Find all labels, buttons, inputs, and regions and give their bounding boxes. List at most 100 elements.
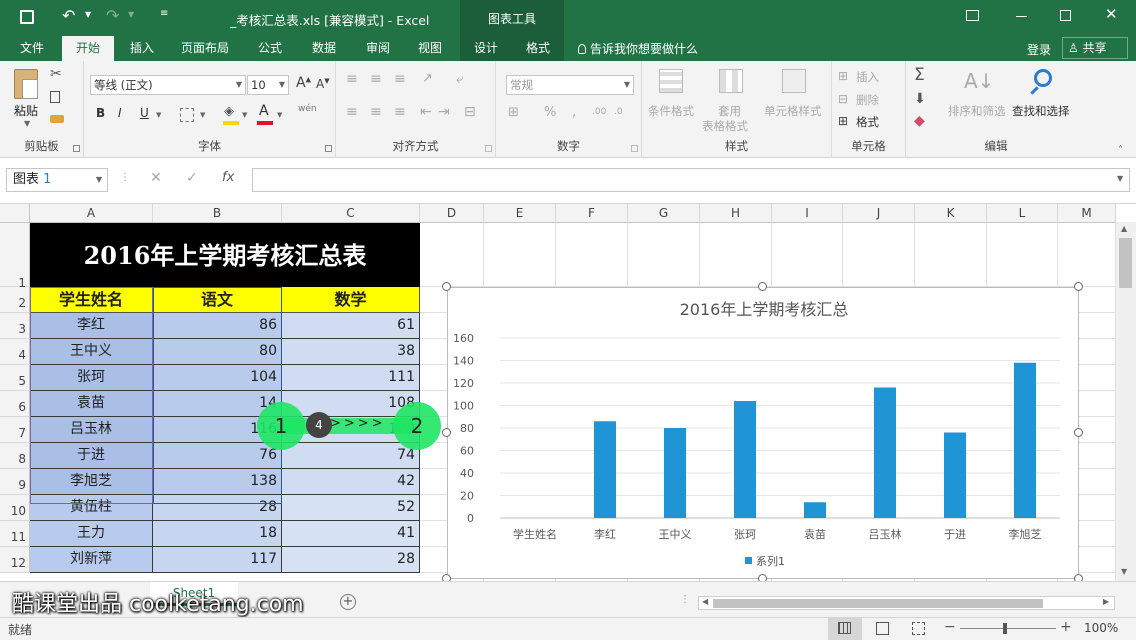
search-icon[interactable] [1034, 69, 1052, 87]
border-dropdown-icon[interactable]: ▼ [200, 111, 205, 119]
paste-dropdown-icon[interactable]: ▼ [24, 119, 30, 128]
zoom-out-icon[interactable]: − [944, 619, 956, 635]
row-header-3[interactable]: 3 [0, 313, 30, 339]
decrease-font-icon[interactable]: A▼ [316, 77, 330, 91]
increase-font-icon[interactable]: A▲ [296, 75, 311, 91]
row-header-2[interactable]: 2 [0, 287, 30, 313]
bar-5[interactable] [874, 387, 896, 519]
zoom-level[interactable]: 100% [1084, 621, 1118, 635]
row-header-7[interactable]: 7 [0, 417, 30, 443]
column-header-m[interactable]: M [1058, 204, 1116, 223]
phonetic-icon[interactable]: wén [298, 104, 317, 114]
column-header-i[interactable]: I [772, 204, 843, 223]
clipboard-launcher-icon[interactable] [73, 145, 80, 152]
tab-home[interactable]: 开始 [62, 36, 114, 61]
name-cell[interactable]: 王力 [30, 521, 153, 547]
chart-handle-tc[interactable] [758, 282, 767, 291]
column-header-l[interactable]: L [987, 204, 1058, 223]
italic-button[interactable]: I [118, 106, 122, 120]
bar-4[interactable] [804, 502, 826, 518]
chart-handle-tr[interactable] [1074, 282, 1083, 291]
font-launcher-icon[interactable] [325, 145, 332, 152]
save-icon[interactable] [20, 10, 34, 24]
header-cell-math[interactable]: 数学 [282, 287, 420, 313]
column-header-b[interactable]: B [153, 204, 282, 223]
zoom-slider-track[interactable] [960, 628, 1056, 629]
format-cells-icon[interactable]: ⊞ [838, 114, 848, 128]
math-score-cell[interactable]: 111 [282, 365, 420, 391]
tab-format[interactable]: 格式 [512, 36, 564, 61]
insert-function-icon[interactable]: fx [222, 170, 234, 185]
fill-icon[interactable]: ⬇ [914, 91, 926, 107]
chart-handle-mr[interactable] [1074, 428, 1083, 437]
clear-icon[interactable]: ◆ [914, 113, 925, 129]
row-header-8[interactable]: 8 [0, 443, 30, 469]
name-cell[interactable]: 刘新萍 [30, 547, 153, 573]
tab-page-layout[interactable]: 页面布局 [172, 36, 238, 61]
scroll-down-icon[interactable]: ▼ [1121, 567, 1127, 576]
bar-1[interactable] [594, 421, 616, 518]
cut-icon[interactable]: ✂ [50, 66, 62, 82]
column-header-a[interactable]: A [30, 204, 153, 223]
legend-label[interactable]: 系列1 [756, 554, 785, 568]
expand-formula-icon[interactable]: ▼ [1117, 174, 1123, 183]
row-header-12[interactable]: 12 [0, 547, 30, 573]
math-score-cell[interactable]: 41 [282, 521, 420, 547]
column-header-k[interactable]: K [915, 204, 987, 223]
formula-input[interactable] [252, 168, 1130, 192]
font-color-icon[interactable]: A [259, 103, 269, 119]
tab-formulas[interactable]: 公式 [246, 36, 294, 61]
underline-button[interactable]: U [140, 106, 149, 120]
row-header-9[interactable]: 9 [0, 469, 30, 495]
sheet-title-cell[interactable]: 2016年上学期考核汇总表 [30, 223, 420, 287]
underline-dropdown-icon[interactable]: ▼ [156, 111, 161, 119]
row-header-5[interactable]: 5 [0, 365, 30, 391]
customize-qat-icon[interactable]: ≡ [160, 8, 168, 19]
page-layout-view-icon[interactable] [876, 622, 889, 635]
tab-file[interactable]: 文件 [8, 36, 56, 61]
bar-2[interactable] [664, 428, 686, 518]
chart-handle-tl[interactable] [442, 282, 451, 291]
add-sheet-icon[interactable]: + [340, 594, 356, 610]
math-score-cell[interactable]: 61 [282, 313, 420, 339]
find-select-label[interactable]: 查找和选择 [1012, 103, 1070, 119]
column-header-g[interactable]: G [628, 204, 700, 223]
column-header-e[interactable]: E [484, 204, 556, 223]
bold-button[interactable]: B [96, 106, 105, 120]
login-link[interactable]: 登录 [1027, 41, 1051, 58]
row-header-1[interactable]: 1 [0, 223, 30, 290]
column-header-h[interactable]: H [700, 204, 772, 223]
tab-view[interactable]: 视图 [406, 36, 454, 61]
tab-insert[interactable]: 插入 [118, 36, 166, 61]
scroll-up-icon[interactable]: ▲ [1121, 224, 1127, 233]
border-icon[interactable] [180, 108, 194, 122]
row-header-4[interactable]: 4 [0, 339, 30, 365]
tab-review[interactable]: 审阅 [354, 36, 402, 61]
undo-icon[interactable]: ↶ [62, 6, 75, 25]
chinese-score-cell[interactable]: 117 [153, 547, 282, 573]
chart-area[interactable]: 2016年上学期考核汇总 0 20 40 60 80 100 120 140 160 学生姓名 李… [447, 287, 1079, 579]
vertical-scrollbar[interactable]: ▲ ▼ [1116, 222, 1136, 581]
column-header-j[interactable]: J [843, 204, 915, 223]
fill-dropdown-icon[interactable]: ▼ [242, 111, 247, 119]
collapse-ribbon-icon[interactable]: ˄ [1118, 145, 1123, 156]
math-score-cell[interactable]: 28 [282, 547, 420, 573]
row-header-11[interactable]: 11 [0, 521, 30, 547]
maximize-icon[interactable] [1060, 10, 1071, 21]
math-score-cell[interactable]: 52 [282, 495, 420, 521]
copy-icon[interactable] [50, 91, 60, 103]
minimize-icon[interactable] [1016, 16, 1027, 17]
bar-7[interactable] [1014, 362, 1036, 518]
row-header-6[interactable]: 6 [0, 391, 30, 417]
math-score-cell[interactable]: 74 [282, 443, 420, 469]
font-color-dropdown-icon[interactable]: ▼ [277, 111, 282, 119]
chart-title[interactable]: 2016年上学期考核汇总 [680, 300, 849, 319]
format-painter-icon[interactable] [50, 115, 64, 123]
name-box[interactable]: 图表 1 ▼ [6, 168, 108, 192]
format-cells-label[interactable]: 格式 [856, 114, 879, 130]
scroll-right-icon[interactable]: ▶ [1103, 597, 1109, 606]
column-header-c[interactable]: C [282, 204, 420, 223]
column-header-f[interactable]: F [556, 204, 628, 223]
column-header-d[interactable]: D [420, 204, 484, 223]
tab-design[interactable]: 设计 [460, 36, 512, 61]
